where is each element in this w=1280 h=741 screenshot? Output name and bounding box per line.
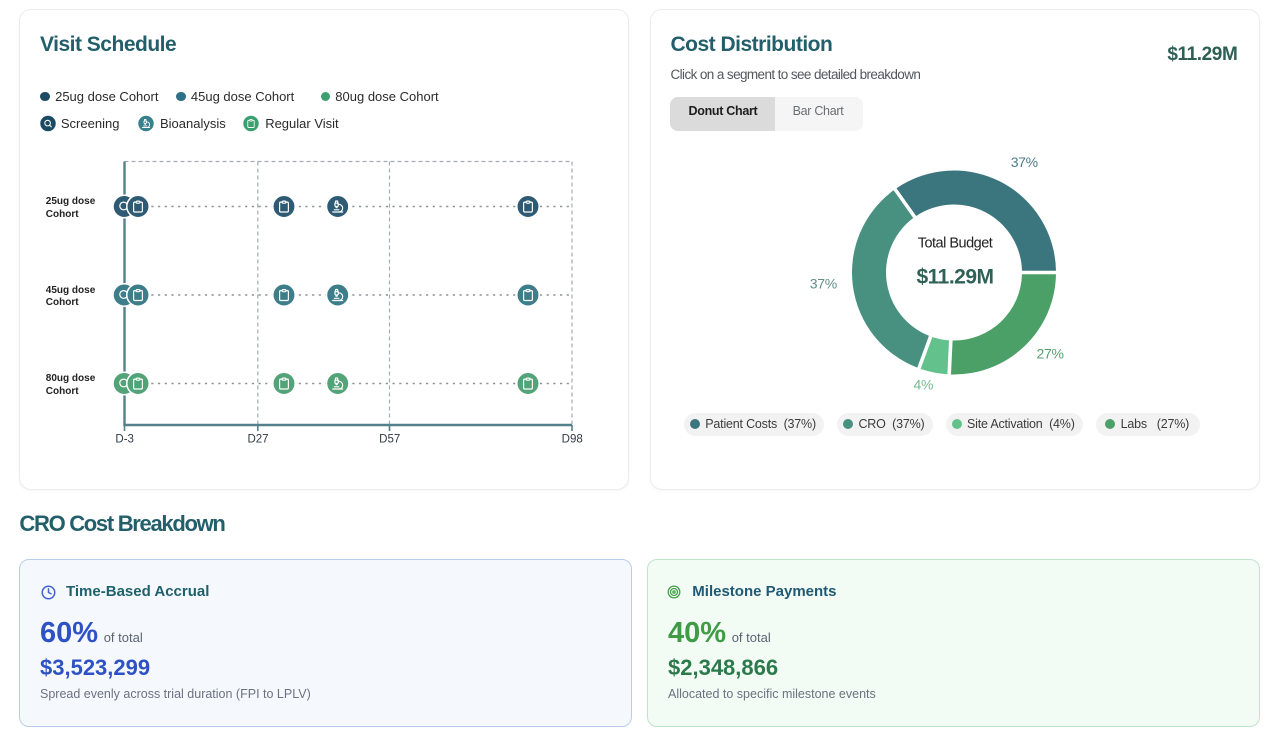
svg-text:D27: D27 xyxy=(247,434,268,446)
svg-text:37%: 37% xyxy=(809,276,836,292)
svg-text:D-3: D-3 xyxy=(115,434,134,446)
svg-text:$11.29M: $11.29M xyxy=(916,266,993,289)
svg-text:D98: D98 xyxy=(562,434,583,446)
svg-text:37%: 37% xyxy=(1010,154,1037,170)
svg-text:D57: D57 xyxy=(379,434,400,446)
svg-text:4%: 4% xyxy=(913,376,933,392)
svg-text:27%: 27% xyxy=(1036,346,1063,362)
svg-text:Total Budget: Total Budget xyxy=(917,236,992,252)
